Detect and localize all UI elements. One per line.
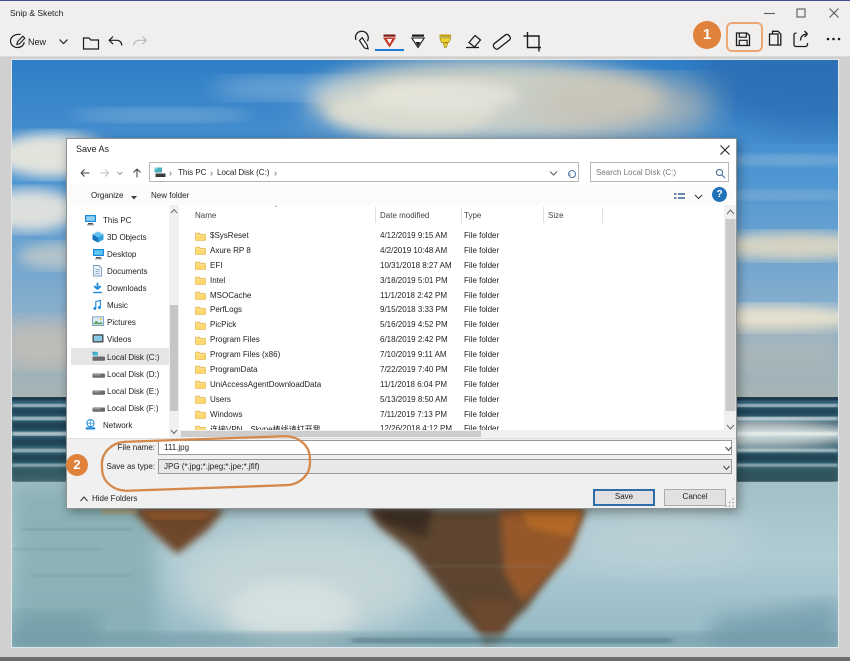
svg-text:New: New — [28, 37, 47, 47]
